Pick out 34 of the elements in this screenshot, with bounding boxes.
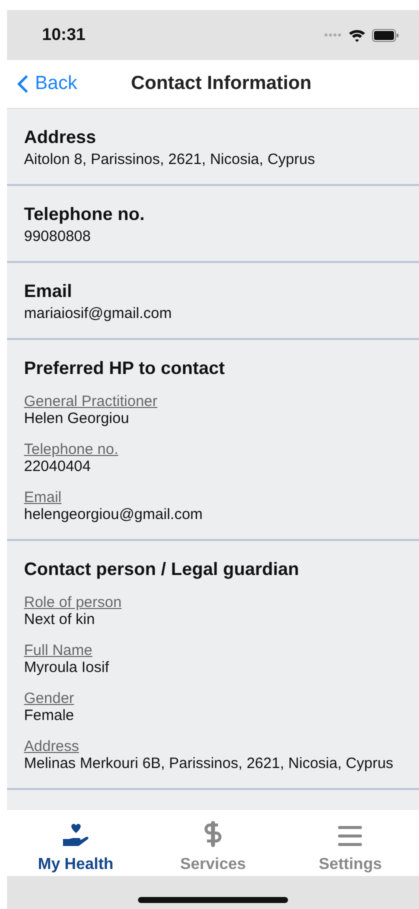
section-title: Address (24, 127, 98, 148)
battery-icon (372, 28, 399, 42)
section-title: Telephone no. (24, 204, 146, 225)
field-label: Telephone no. (24, 441, 120, 458)
field-value: Aitolon 8, Parissinos, 2621, Nicosia, Cyprus (24, 151, 316, 168)
field-value: Melinas Merkouri 6B, Parissinos, 2621, Nicosia, Cyprus (24, 755, 394, 772)
wifi-icon (348, 28, 366, 42)
field-value: Female (24, 707, 76, 724)
heart-hand-icon (62, 822, 90, 848)
menu-icon (337, 824, 364, 848)
field-label: Gender (24, 690, 76, 707)
tab-bar-item[interactable]: Settings (282, 810, 419, 876)
field-value: mariaiosif@gmail.com (24, 305, 173, 322)
tab-bar-item[interactable]: My Health (7, 810, 144, 876)
field-label: Address (24, 738, 80, 755)
field-value: Myroula Iosif (24, 659, 110, 676)
screen-title: Contact Information (131, 73, 312, 95)
field-value: 22040404 (24, 458, 92, 475)
chevron-left-icon (17, 74, 29, 94)
field-value: Helen Georgiou (24, 410, 130, 427)
field-value: helengeorgiou@gmail.com (24, 506, 204, 523)
field-label: Role of person (24, 594, 123, 611)
field-value: Next of kin (24, 611, 96, 628)
field-label: Full Name (24, 642, 94, 659)
field-label: Email (24, 489, 63, 506)
section-title: Contact person / Legal guardian (24, 559, 300, 580)
back-button[interactable]: Back (7, 73, 78, 95)
section-title: Email (24, 281, 74, 302)
section-title: Preferred HP to contact (24, 358, 226, 379)
field-label: General Practitioner (24, 393, 158, 410)
tab-bar-item[interactable]: Services (144, 810, 282, 876)
status-time: 10:31 (42, 25, 86, 45)
signal-icon (324, 33, 342, 37)
field-value: 99080808 (24, 228, 92, 245)
